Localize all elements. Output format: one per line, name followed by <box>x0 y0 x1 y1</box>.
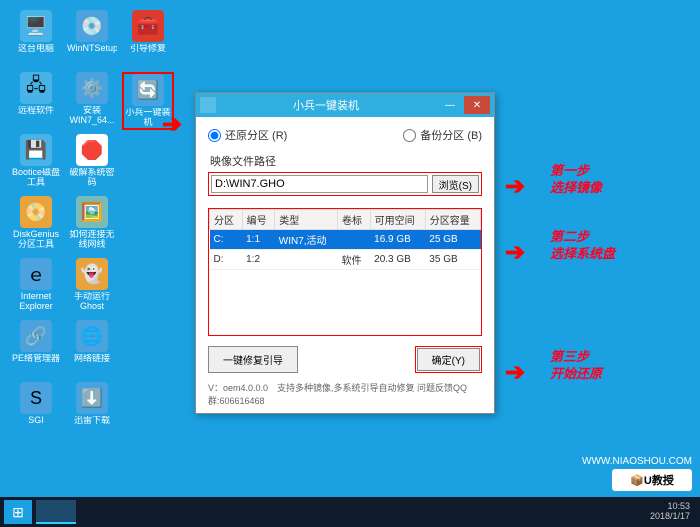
desktop: 🖥️这台电脑 💿WinNTSetup 🧰引导修复 🖧远程软件 ⚙️安装WIN7_… <box>8 8 176 442</box>
col-part: 分区 <box>210 210 243 230</box>
icon-label: DiskGenius分区工具 <box>11 230 61 250</box>
icon-label: 这台电脑 <box>18 44 54 54</box>
radio-backup[interactable]: 备份分区 (B) <box>403 127 482 143</box>
dialog-title: 小兵一键装机 <box>216 97 436 113</box>
icon-pe-network[interactable]: 🔗PE络管理器 <box>10 320 62 378</box>
watermark-logo: 📦 U教授 <box>612 469 692 491</box>
icon-diskgenius[interactable]: 📀DiskGenius分区工具 <box>10 196 62 254</box>
partition-table[interactable]: 分区 编号 类型 卷标 可用空间 分区容量 C:1:1WIN7,活动16.9 G… <box>209 209 481 270</box>
icon-label: 远程软件 <box>18 106 54 116</box>
annot-step2: 第二步 选择系统盘 <box>550 229 615 263</box>
icon-label: SGI <box>28 416 44 426</box>
repair-boot-button[interactable]: 一键修复引导 <box>208 346 298 373</box>
minimize-button[interactable]: — <box>437 96 463 114</box>
taskbar: ⊞ 10:53 2018/1/17 <box>0 497 700 527</box>
icon-label: WinNTSetup <box>67 44 117 54</box>
col-num: 编号 <box>242 210 275 230</box>
icon-net-links[interactable]: 🌐网络链接 <box>66 320 118 378</box>
icon-label: 安装WIN7_64... <box>67 106 117 126</box>
titlebar[interactable]: 小兵一键装机 — ✕ <box>196 93 494 117</box>
icon-label: 引导修复 <box>130 44 166 54</box>
table-row[interactable]: C:1:1WIN7,活动16.9 GB25 GB <box>210 230 481 250</box>
icon-label: Bootice磁盘工具 <box>11 168 61 188</box>
arrow-step1: ➔ <box>505 172 525 201</box>
icon-label: 网络链接 <box>74 354 110 364</box>
icon-label: Internet Explorer <box>11 292 61 312</box>
arrow-step3: ➔ <box>505 358 525 387</box>
taskbar-app[interactable] <box>36 500 76 524</box>
annot-step1: 第一步 选择镜像 <box>550 163 602 197</box>
icon-label: 破解系统密码 <box>67 168 117 188</box>
icon-bootrepair[interactable]: 🧰引导修复 <box>122 10 174 68</box>
installer-dialog: 小兵一键装机 — ✕ 还原分区 (R) 备份分区 (B) 映像文件路径 浏览(S… <box>195 92 495 414</box>
col-type: 类型 <box>275 210 338 230</box>
start-button[interactable]: ⊞ <box>4 500 32 524</box>
icon-crack-password[interactable]: 🛑破解系统密码 <box>66 134 118 192</box>
icon-label: 手动运行Ghost <box>67 292 117 312</box>
arrow-to-dialog: ➔ <box>162 110 182 139</box>
radio-restore[interactable]: 还原分区 (R) <box>208 127 287 143</box>
icon-ie[interactable]: ｅInternet Explorer <box>10 258 62 316</box>
icon-wifi-howto[interactable]: 🖼️如何连接无线网线 <box>66 196 118 254</box>
browse-button[interactable]: 浏览(S) <box>432 175 479 193</box>
col-vol: 卷标 <box>338 210 371 230</box>
icon-this-pc[interactable]: 🖥️这台电脑 <box>10 10 62 68</box>
icon-label: 迅雷下载 <box>74 416 110 426</box>
annot-step3: 第三步 开始还原 <box>550 349 602 383</box>
watermark-url: WWW.NIAOSHOU.COM <box>582 456 692 467</box>
icon-label: PE络管理器 <box>12 354 60 364</box>
table-row[interactable]: D:1:2软件20.3 GB35 GB <box>210 250 481 270</box>
icon-winntsetup[interactable]: 💿WinNTSetup <box>66 10 118 68</box>
icon-bootice[interactable]: 💾Bootice磁盘工具 <box>10 134 62 192</box>
icon-install-win7[interactable]: ⚙️安装WIN7_64... <box>66 72 118 130</box>
arrow-step2: ➔ <box>505 238 525 267</box>
icon-xunlei[interactable]: ⬇️迅雷下载 <box>66 382 118 440</box>
col-cap: 分区容量 <box>425 210 480 230</box>
icon-label: 如何连接无线网线 <box>67 230 117 250</box>
path-row: 浏览(S) <box>208 172 482 196</box>
ok-button[interactable]: 确定(Y) <box>417 348 480 371</box>
system-tray[interactable]: 10:53 2018/1/17 <box>650 502 696 522</box>
clock-date: 2018/1/17 <box>650 512 690 522</box>
dialog-footer: V：oem4.0.0.0 支持多种镜像,多系统引导自动修复 问题反馈QQ群:60… <box>208 381 482 407</box>
icon-remote[interactable]: 🖧远程软件 <box>10 72 62 130</box>
icon-sgi[interactable]: SSGI <box>10 382 62 440</box>
image-path-input[interactable] <box>211 175 428 193</box>
icon-ghost[interactable]: 👻手动运行Ghost <box>66 258 118 316</box>
close-button[interactable]: ✕ <box>464 96 490 114</box>
app-icon <box>200 97 216 113</box>
partition-table-wrap: 分区 编号 类型 卷标 可用空间 分区容量 C:1:1WIN7,活动16.9 G… <box>208 208 482 336</box>
path-label: 映像文件路径 <box>210 153 482 169</box>
col-free: 可用空间 <box>370 210 425 230</box>
